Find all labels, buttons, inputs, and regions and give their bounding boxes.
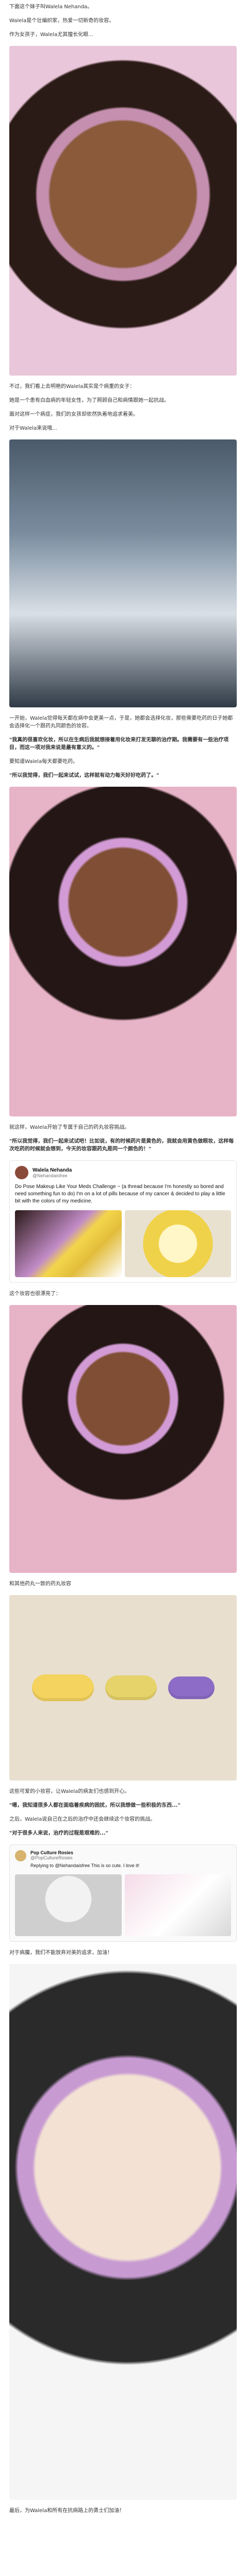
chat-row: Pop Culture Rosies @PopCultureRosies Rep… <box>15 1850 231 1869</box>
pill-purple <box>168 1676 215 1699</box>
chat-media <box>15 1874 231 1936</box>
tweet-text: Do Pose Makeup Like Your Meds Challenge … <box>15 1184 225 1204</box>
quote-2: "所以我觉得，我们一起来试试，这样就有动力每天好好吃药了。" <box>9 773 159 778</box>
tweet-author: Walela Nehanda @Nehandaisfree <box>32 1167 72 1178</box>
body-line-15: 对于病魔，我们不能放弃对美的追求，加油！ <box>9 1950 112 1956</box>
tweet-card-2: Pop Culture Rosies @PopCultureRosies Rep… <box>9 1844 237 1942</box>
tweet-media <box>15 1210 231 1277</box>
body-line-7: 对于Walela来说哦... <box>9 426 57 431</box>
tweet-image-1 <box>15 1210 122 1277</box>
quote-1: "我真的很喜欢化妆，所以在生病后我就想接着用化妆来打发无聊的治疗期。我需要有一些… <box>9 737 229 751</box>
avatar-icon <box>15 1850 26 1861</box>
portrait-photo-3 <box>9 1305 237 1573</box>
tweet-handle: @Nehandaisfree <box>32 1173 68 1178</box>
pill-yellow <box>105 1675 157 1700</box>
chat-text: Replying to @Nehandaisfree This is so cu… <box>30 1863 140 1868</box>
intro-line-1: 下面这个妹子叫Walela Nehanda。 <box>9 4 93 10</box>
final-portrait-photo <box>9 1964 237 2500</box>
quote-4: "嗯，我知道很多人都在面临着疾病的困扰，所以我想做一些积极的东西..." <box>9 1803 181 1808</box>
pill-yellow-large <box>31 1674 94 1701</box>
chat-image-2 <box>124 1874 231 1936</box>
body-line-13: 这些可爱的小妆容，让Walela的病友们也感到开心。 <box>9 1789 130 1794</box>
quote-5: "对于很多人来说，治疗的过程是艰难的..." <box>9 1831 108 1836</box>
portrait-photo-1 <box>9 46 237 376</box>
quote-3: "所以我觉得，我们一起来试试吧！比如说，有的时候药片是黄色的，我就会用黄色做眼妆… <box>9 1139 234 1152</box>
body-line-14: 之后，Walela说自己在之后的治疗中还会继续这个妆容的挑战。 <box>9 1817 156 1822</box>
intro-line-3: 作为女孩子，Walela尤其擅长化眼... <box>9 32 93 38</box>
tweet-card-1: Walela Nehanda @Nehandaisfree Do Pose Ma… <box>9 1160 237 1283</box>
tweet-name: Walela Nehanda <box>32 1167 72 1173</box>
chat-image-1 <box>15 1874 122 1936</box>
body-line-9: 要知道Walela每天都要吃药。 <box>9 759 78 765</box>
closing-line: 最后，为Walela和所有在抗病路上的勇士们加油！ <box>9 2508 125 2514</box>
intro-line-2: Walela是个壮编织家，热爱一切新奇的妆容。 <box>9 18 114 24</box>
body-line-5: 她是一个患有白血病的年轻女性，为了照顾自己和病情跟她一起抗战。 <box>9 398 169 403</box>
chat-author: Pop Culture Rosies <box>30 1850 74 1855</box>
body-line-11: 这个妆容也很漂亮了： <box>9 1291 61 1297</box>
body-line-12: 和其他药丸一致的药丸妆容 <box>9 1581 71 1587</box>
portrait-photo-2 <box>9 787 237 1116</box>
body-line-6: 面对这样一个病症，我们的女孩却依然执着地追求着美。 <box>9 412 138 417</box>
tweet-image-2 <box>124 1210 231 1277</box>
tweet-header: Walela Nehanda @Nehandaisfree <box>15 1166 231 1179</box>
avatar-icon <box>15 1166 28 1179</box>
pills-photo <box>9 1595 237 1781</box>
chat-content: Pop Culture Rosies @PopCultureRosies Rep… <box>30 1850 139 1869</box>
chat-handle: @PopCultureRosies <box>30 1855 73 1860</box>
body-line-8: 一开始，Walela觉得每天都在病中会更美一点，于是，她都会选择化妆，那些需要吃… <box>9 716 233 729</box>
page-root: 下面这个妹子叫Walela Nehanda。 Walela是个壮编织家，热爱一切… <box>0 0 246 2518</box>
hospital-photo <box>9 439 237 707</box>
body-line-10: 就这样，Walela开始了专属于自己的药丸妆容挑战。 <box>9 1125 130 1130</box>
body-line-4: 不过，我们看上去明艳的Walela其实是个病重的女子： <box>9 384 135 389</box>
